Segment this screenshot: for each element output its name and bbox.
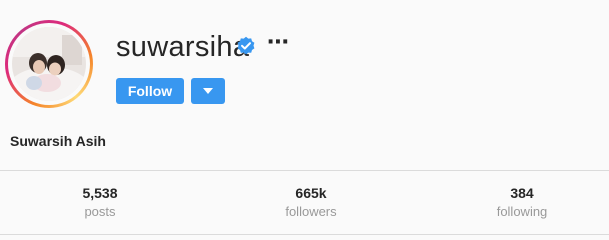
followers-label: followers: [285, 204, 337, 219]
divider: [0, 170, 609, 171]
following-stat[interactable]: 384 following: [462, 184, 582, 221]
profile-avatar-ring[interactable]: [5, 20, 93, 108]
verified-badge-icon: [237, 36, 255, 55]
posts-label: posts: [84, 204, 116, 219]
posts-stat[interactable]: 5,538 posts: [40, 184, 160, 221]
posts-count: 5,538: [82, 185, 118, 201]
chevron-down-icon: [203, 88, 213, 94]
avatar-photo: [12, 27, 86, 101]
followers-count: 665k: [295, 185, 327, 201]
following-label: following: [496, 204, 548, 219]
avatar[interactable]: [12, 27, 86, 101]
divider-bottom: [0, 234, 609, 235]
more-options-button[interactable]: ⋯: [267, 30, 289, 54]
profile-full-name: Suwarsih Asih: [10, 133, 106, 149]
profile-username: suwarsiha: [116, 31, 250, 63]
following-count: 384: [510, 185, 534, 201]
followers-stat[interactable]: 665k followers: [251, 184, 371, 221]
suggestions-dropdown-button[interactable]: [191, 78, 225, 104]
follow-button[interactable]: Follow: [116, 78, 184, 104]
